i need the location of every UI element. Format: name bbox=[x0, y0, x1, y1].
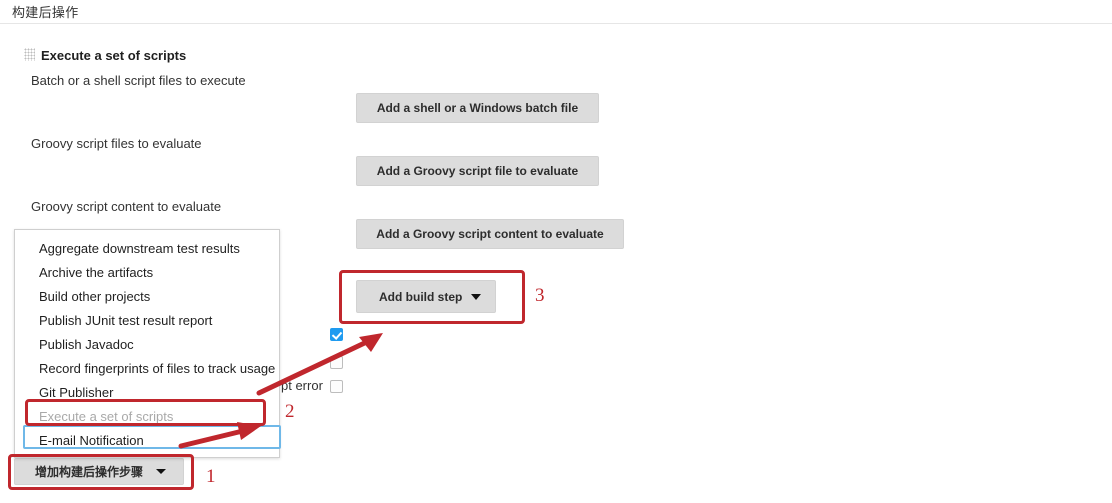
field-label-groovy-content: Groovy script content to evaluate bbox=[31, 199, 222, 214]
menu-item-execute-a-set-of-scripts: Execute a set of scripts bbox=[39, 408, 174, 424]
post-build-action-menu[interactable]: Aggregate downstream test results Archiv… bbox=[14, 229, 280, 458]
checkbox-option-2[interactable] bbox=[330, 356, 343, 369]
menu-item-aggregate-downstream-test-results[interactable]: Aggregate downstream test results bbox=[15, 236, 279, 260]
add-groovy-file-button[interactable]: Add a Groovy script file to evaluate bbox=[356, 156, 599, 186]
menu-item-publish-javadoc[interactable]: Publish Javadoc bbox=[15, 332, 279, 356]
checkbox-option-3-label: pt error bbox=[281, 378, 323, 393]
chevron-down-icon bbox=[471, 293, 481, 300]
field-label-groovy-file: Groovy script files to evaluate bbox=[31, 136, 202, 151]
add-post-build-step-button[interactable]: 增加构建后操作步骤 bbox=[14, 458, 184, 485]
menu-item-record-fingerprints[interactable]: Record fingerprints of files to track us… bbox=[15, 356, 279, 380]
add-shell-batch-button[interactable]: Add a shell or a Windows batch file bbox=[356, 93, 599, 123]
field-label-shell: Batch or a shell script files to execute bbox=[31, 73, 246, 88]
menu-item-build-other-projects[interactable]: Build other projects bbox=[15, 284, 279, 308]
page-header: 构建后操作 bbox=[0, 0, 1112, 24]
page-title: 构建后操作 bbox=[12, 5, 79, 20]
checkbox-option-3[interactable] bbox=[330, 380, 343, 393]
add-build-step-button[interactable]: Add build step bbox=[356, 280, 496, 313]
menu-item-email-notification[interactable]: E-mail Notification bbox=[15, 428, 279, 452]
annotation-number-3: 3 bbox=[535, 285, 545, 306]
menu-item-publish-junit-test-result-report[interactable]: Publish JUnit test result report bbox=[15, 308, 279, 332]
annotation-number-2: 2 bbox=[285, 401, 295, 422]
add-post-build-step-label: 增加构建后操作步骤 bbox=[35, 465, 144, 479]
chevron-down-icon bbox=[156, 469, 166, 474]
add-build-step-label: Add build step bbox=[379, 289, 463, 304]
menu-item-git-publisher[interactable]: Git Publisher bbox=[15, 380, 279, 404]
block-title: Execute a set of scripts bbox=[41, 48, 187, 63]
checkbox-option-1[interactable] bbox=[330, 328, 343, 341]
post-build-actions-page: 构建后操作 Execute a set of scripts Batch or … bbox=[0, 0, 1112, 503]
menu-item-archive-the-artifacts[interactable]: Archive the artifacts bbox=[15, 260, 279, 284]
add-groovy-content-button[interactable]: Add a Groovy script content to evaluate bbox=[356, 219, 624, 249]
annotation-number-1: 1 bbox=[206, 466, 216, 487]
drag-handle-icon[interactable] bbox=[24, 48, 35, 61]
